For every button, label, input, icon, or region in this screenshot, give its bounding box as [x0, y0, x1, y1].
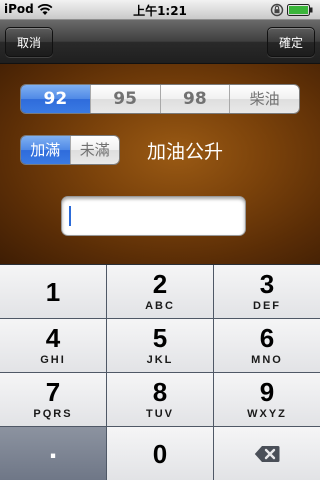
key-decimal[interactable]: . — [0, 427, 106, 480]
key-3-letters: DEF — [253, 300, 281, 312]
key-6-number: 6 — [259, 323, 275, 353]
confirm-button[interactable]: 確定 — [267, 27, 315, 57]
key-8-number: 8 — [152, 377, 168, 407]
key-6-letters: MNO — [251, 354, 283, 366]
text-caret — [69, 206, 71, 226]
key-5[interactable]: 5 JKL — [107, 319, 213, 372]
fuel-entry-panel: 92 95 98 柴油 加滿 未滿 加油公升 — [0, 64, 320, 264]
fuel-type-95[interactable]: 95 — [89, 85, 160, 113]
fuel-type-98[interactable]: 98 — [159, 85, 230, 113]
key-8[interactable]: 8 TUV — [107, 373, 213, 426]
fuel-type-92[interactable]: 92 — [21, 85, 90, 113]
navigation-bar: 取消 確定 — [0, 20, 320, 64]
key-5-number: 5 — [152, 323, 168, 353]
key-4-letters: GHI — [40, 354, 66, 366]
key-2-number: 2 — [152, 269, 168, 299]
fill-mode-full[interactable]: 加滿 — [21, 136, 70, 164]
key-8-letters: TUV — [146, 408, 174, 420]
key-9-number: 9 — [259, 377, 275, 407]
backspace-icon — [254, 445, 280, 462]
fill-mode-partial[interactable]: 未滿 — [69, 136, 119, 164]
liters-input[interactable] — [61, 196, 246, 236]
key-1-number: 1 — [45, 276, 61, 307]
key-7[interactable]: 7 PQRS — [0, 373, 106, 426]
key-4-number: 4 — [45, 323, 61, 353]
fuel-type-diesel[interactable]: 柴油 — [229, 85, 299, 113]
rotation-lock-icon — [270, 3, 284, 17]
fill-mode-segmented-control: 加滿 未滿 — [20, 135, 120, 165]
key-2[interactable]: 2 ABC — [107, 265, 213, 318]
delete-button[interactable] — [214, 427, 320, 480]
battery-icon — [287, 4, 313, 16]
liters-label: 加油公升 — [147, 141, 224, 163]
key-5-letters: JKL — [146, 354, 174, 366]
key-3[interactable]: 3 DEF — [214, 265, 320, 318]
key-4[interactable]: 4 GHI — [0, 319, 106, 372]
key-2-letters: ABC — [145, 300, 175, 312]
cancel-button[interactable]: 取消 — [5, 27, 53, 57]
key-3-number: 3 — [259, 269, 275, 299]
key-9-letters: WXYZ — [247, 408, 287, 420]
fuel-type-segmented-control: 92 95 98 柴油 — [20, 84, 300, 114]
key-7-number: 7 — [45, 377, 61, 407]
key-6[interactable]: 6 MNO — [214, 319, 320, 372]
key-decimal-symbol: . — [48, 431, 58, 465]
key-1[interactable]: 1 — [0, 265, 106, 318]
key-9[interactable]: 9 WXYZ — [214, 373, 320, 426]
key-7-letters: PQRS — [33, 408, 73, 420]
key-0-number: 0 — [152, 438, 168, 469]
number-keypad: 1 2 ABC 3 DEF 4 GHI 5 JKL 6 MNO 7 PQRS 8… — [0, 264, 320, 480]
key-0[interactable]: 0 — [107, 427, 213, 480]
status-bar: iPod 上午1:21 — [0, 0, 320, 20]
